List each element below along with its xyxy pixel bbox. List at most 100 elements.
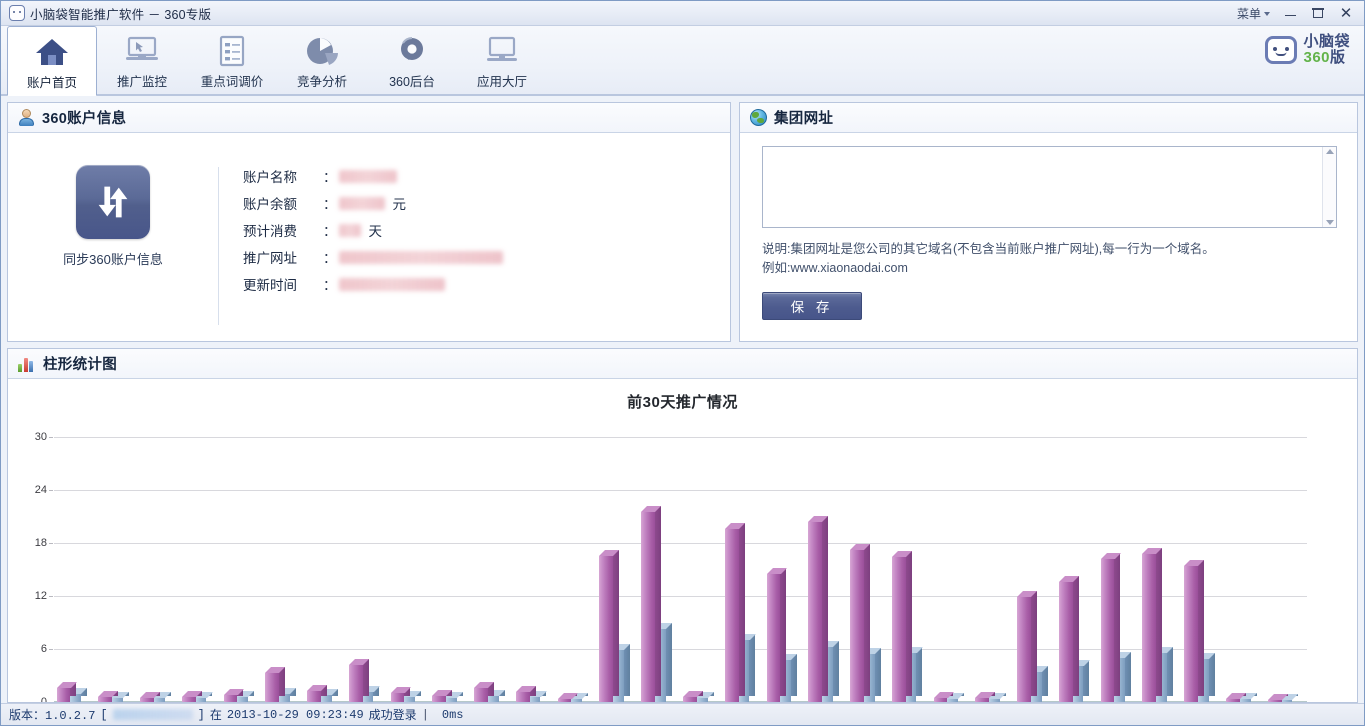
sync-account-label: 同步360账户信息 bbox=[63, 249, 163, 268]
chart-main-title: 前30天推广情况 bbox=[8, 379, 1357, 412]
chart-y-tick: 12 bbox=[35, 590, 54, 602]
tab-360-backend[interactable]: 360后台 bbox=[367, 26, 457, 94]
chart-bar bbox=[1268, 694, 1288, 702]
chevron-down-icon bbox=[1264, 12, 1270, 16]
chart-bar-front bbox=[850, 550, 864, 702]
chart-y-tick: 18 bbox=[35, 537, 54, 549]
chart-bar bbox=[224, 689, 244, 702]
field-label: 预计消费 bbox=[243, 220, 325, 240]
chart-bar-side bbox=[1198, 560, 1204, 696]
chart-bar bbox=[307, 685, 327, 702]
status-user-redacted bbox=[113, 709, 193, 720]
field-estimated-spend: 预计消费： 天 bbox=[243, 221, 503, 239]
user-icon bbox=[18, 109, 35, 126]
chart-bar-side bbox=[1167, 647, 1173, 696]
brand-text: 小脑袋 360版 bbox=[1303, 34, 1350, 66]
save-button[interactable]: 保 存 bbox=[762, 292, 862, 320]
brand-edition: 版 bbox=[1330, 49, 1346, 66]
chart-bar-side bbox=[780, 568, 786, 696]
chart-bar bbox=[474, 682, 494, 702]
chart-bar bbox=[432, 690, 452, 702]
tab-label: 重点词调价 bbox=[201, 71, 264, 90]
pie-chart-icon bbox=[305, 32, 339, 70]
tab-label: 应用大厅 bbox=[477, 71, 527, 90]
field-value-redacted bbox=[339, 251, 503, 264]
bar-chart-panel: 柱形统计图 前30天推广情况 0612182430 bbox=[7, 348, 1358, 703]
chart-bar bbox=[516, 686, 536, 702]
chart-bar-front bbox=[432, 696, 446, 702]
group-url-body: 说明:集团网址是您公司的其它域名(不包含当前账户推广网址),每一行为一个域名。 … bbox=[740, 133, 1357, 341]
bar-chart-title: 柱形统计图 bbox=[43, 353, 117, 374]
field-value-redacted bbox=[339, 278, 445, 291]
note-line-1: 说明:集团网址是您公司的其它域名(不包含当前账户推广网址),每一行为一个域名。 bbox=[762, 240, 1337, 259]
field-value-redacted bbox=[339, 197, 385, 210]
chart-bar-side bbox=[1114, 553, 1120, 696]
tab-app-hall[interactable]: 应用大厅 bbox=[457, 26, 547, 94]
chart-bar-front bbox=[265, 673, 279, 702]
textarea-scrollbar[interactable] bbox=[1322, 147, 1336, 227]
chart-bar bbox=[1184, 560, 1204, 702]
chart-bar-front bbox=[349, 665, 363, 702]
group-url-input[interactable] bbox=[763, 147, 1322, 227]
chart-bar bbox=[349, 659, 369, 702]
chart-bar bbox=[892, 551, 912, 702]
chart-bar-front bbox=[1017, 597, 1031, 702]
chart-bar bbox=[808, 516, 828, 702]
scroll-down-icon[interactable] bbox=[1326, 220, 1334, 225]
chart-gridline bbox=[54, 437, 1307, 438]
chart-bar-front bbox=[182, 697, 196, 702]
sync-account-button[interactable] bbox=[76, 165, 150, 239]
chart-bar bbox=[725, 523, 745, 702]
group-url-header: 集团网址 bbox=[740, 103, 1357, 133]
account-info-panel: 360账户信息 同步360账户信息 bbox=[7, 102, 731, 342]
menu-button[interactable]: 菜单 bbox=[1231, 3, 1276, 24]
maximize-button[interactable] bbox=[1304, 3, 1332, 24]
group-url-title: 集团网址 bbox=[774, 107, 833, 128]
chart-bar-front bbox=[975, 698, 989, 702]
chart-bar-side bbox=[916, 647, 922, 696]
chart-bar-front bbox=[57, 688, 71, 702]
tab-competition-analysis[interactable]: 竞争分析 bbox=[277, 26, 367, 94]
title-bar: 小脑袋智能推广软件 － 360专版 菜单 ✕ bbox=[1, 1, 1364, 26]
chart-gridline bbox=[54, 490, 1307, 491]
field-colon: ： bbox=[323, 193, 337, 213]
tab-keyword-pricing[interactable]: 重点词调价 bbox=[187, 26, 277, 94]
360-logo-icon bbox=[396, 32, 428, 70]
panel-divider bbox=[218, 167, 219, 325]
chart-canvas: 前30天推广情况 0612182430 bbox=[8, 379, 1357, 702]
application-window: 小脑袋智能推广软件 － 360专版 菜单 ✕ 账户首页 bbox=[0, 0, 1365, 726]
document-icon bbox=[217, 32, 247, 70]
maximize-icon bbox=[1313, 9, 1323, 18]
chart-y-tick: 6 bbox=[41, 643, 54, 655]
status-bracket-close: ] bbox=[198, 708, 205, 722]
minimize-button[interactable] bbox=[1276, 3, 1304, 24]
tab-account-home[interactable]: 账户首页 bbox=[7, 26, 97, 96]
smiley-mouth bbox=[1276, 52, 1287, 56]
chart-bar bbox=[641, 506, 661, 702]
chart-bar bbox=[558, 693, 578, 702]
tab-label: 账户首页 bbox=[27, 72, 77, 91]
status-separator: | bbox=[422, 708, 429, 722]
field-unit: 元 bbox=[393, 193, 407, 213]
chart-bar bbox=[850, 544, 870, 702]
group-url-panel: 集团网址 说明:集团网址是您公司的其它域名(不包含当前账户推广网址),每一行为 bbox=[739, 102, 1358, 342]
chart-bar bbox=[140, 692, 160, 702]
chart-bar-side bbox=[1156, 548, 1162, 696]
chart-y-tick: 30 bbox=[35, 431, 54, 443]
chart-bar bbox=[1142, 548, 1162, 702]
chart-bar-front bbox=[307, 691, 321, 702]
chart-bar-side bbox=[1209, 653, 1215, 696]
chart-bar-front bbox=[98, 697, 112, 702]
field-label: 更新时间 bbox=[243, 274, 325, 294]
tab-promotion-monitor[interactable]: 推广监控 bbox=[97, 26, 187, 94]
desktop-icon bbox=[484, 32, 520, 70]
brand-line2: 360版 bbox=[1303, 50, 1350, 66]
close-button[interactable]: ✕ bbox=[1332, 3, 1360, 24]
group-url-textarea[interactable] bbox=[762, 146, 1337, 228]
chart-bar bbox=[1226, 693, 1246, 702]
note-line-2: 例如:www.xiaonaodai.com bbox=[762, 259, 1337, 278]
chart-bar-front bbox=[1184, 566, 1198, 702]
chart-bar-front bbox=[683, 697, 697, 702]
chart-bar bbox=[57, 682, 77, 702]
scroll-up-icon[interactable] bbox=[1326, 149, 1334, 154]
